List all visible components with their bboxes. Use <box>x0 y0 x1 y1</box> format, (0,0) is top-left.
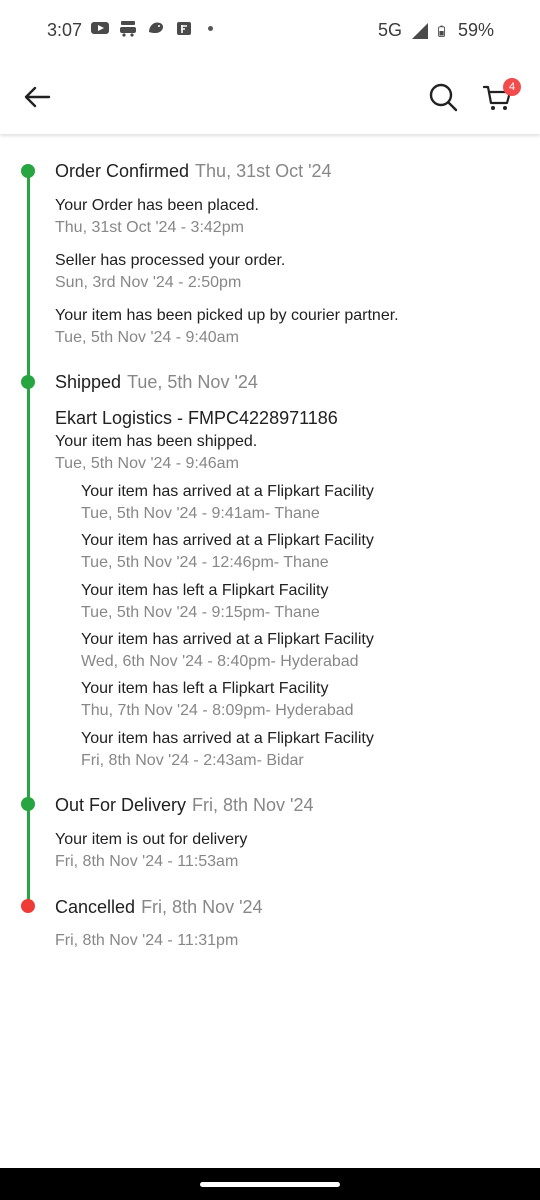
youtube-icon <box>91 22 109 34</box>
stage-title: Order Confirmed <box>55 161 190 181</box>
sub-event-time: Tue, 5th Nov '24 - 12:46pm- Thane <box>81 554 329 571</box>
sub-event-time: Wed, 6th Nov '24 - 8:40pm- Hyderabad <box>81 653 359 670</box>
home-gesture-handle[interactable] <box>200 1182 340 1187</box>
stage-dot-out-for-delivery <box>21 797 35 811</box>
sub-event-text: Your item has left a Flipkart Facility <box>81 582 329 599</box>
notification-icons <box>90 18 213 38</box>
sub-event-time: Fri, 8th Nov '24 - 2:43am- Bidar <box>81 752 304 769</box>
sub-event-time: Tue, 5th Nov '24 - 9:41am- Thane <box>81 505 320 522</box>
courier-tracking-id: Ekart Logistics - FMPC4228971186 <box>55 408 338 428</box>
status-bar: 3:07 5G 59% <box>0 0 540 62</box>
event-text: Seller has processed your order. <box>55 252 286 269</box>
timeline-connector <box>26 171 30 381</box>
sub-event-text: Your item has arrived at a Flipkart Faci… <box>81 483 374 500</box>
system-navigation-bar <box>0 1168 540 1200</box>
stage-dot-order-confirmed <box>21 164 35 178</box>
stage-date: Fri, 8th Nov '24 <box>192 795 314 815</box>
stage-title-cancelled: Cancelled Fri, 8th Nov '24 <box>55 897 263 918</box>
event-time: Tue, 5th Nov '24 - 9:40am <box>55 329 239 346</box>
stage-title-order-confirmed: Order Confirmed Thu, 31st Oct '24 <box>55 161 332 182</box>
stage-date: Tue, 5th Nov '24 <box>127 372 258 392</box>
battery-percent: 59% <box>457 20 494 40</box>
stage-title: Shipped <box>55 372 122 392</box>
event-text: Your item is out for delivery <box>55 831 248 848</box>
signal-icon <box>411 22 428 39</box>
sub-event-time: Thu, 7th Nov '24 - 8:09pm- Hyderabad <box>81 702 354 719</box>
stage-dot-shipped <box>21 375 35 389</box>
event-time: Sun, 3rd Nov '24 - 2:50pm <box>55 274 242 291</box>
stage-date: Thu, 31st Oct '24 <box>195 161 332 181</box>
event-time: Fri, 8th Nov '24 - 11:53am <box>55 853 239 870</box>
stage-title-out-for-delivery: Out For Delivery Fri, 8th Nov '24 <box>55 795 314 816</box>
stage-title: Out For Delivery <box>55 795 187 815</box>
timeline-connector <box>26 381 30 804</box>
bird-app-icon <box>149 22 164 34</box>
network-type: 5G <box>377 20 402 40</box>
car-app-icon <box>120 21 136 37</box>
search-icon[interactable] <box>428 82 458 112</box>
order-tracking-timeline: Order Confirmed Thu, 31st Oct '24 Your Or… <box>0 134 540 1034</box>
flipkart-app-icon <box>177 22 191 35</box>
cart-count-badge: 4 <box>503 78 521 96</box>
timeline-connector <box>26 804 30 906</box>
event-text: Your item has been picked up by courier … <box>55 307 399 324</box>
sub-event-text: Your item has arrived at a Flipkart Faci… <box>81 730 374 747</box>
sub-event-text: Your item has arrived at a Flipkart Faci… <box>81 631 374 648</box>
sub-event-text: Your item has left a Flipkart Facility <box>81 680 329 697</box>
back-arrow-icon[interactable] <box>22 82 52 112</box>
stage-title: Cancelled <box>55 897 136 917</box>
event-time: Thu, 31st Oct '24 - 3:42pm <box>55 219 244 236</box>
event-time: Fri, 8th Nov '24 - 11:31pm <box>55 932 239 949</box>
app-bar <box>0 62 540 134</box>
sub-event-time: Tue, 5th Nov '24 - 9:15pm- Thane <box>81 604 320 621</box>
more-notifications-dot <box>208 25 213 31</box>
sub-event-text: Your item has arrived at a Flipkart Faci… <box>81 532 374 549</box>
event-text: Your Order has been placed. <box>55 197 259 214</box>
stage-title-shipped: Shipped Tue, 5th Nov '24 <box>55 372 258 393</box>
status-right: 5G 59% <box>378 20 494 41</box>
battery-icon <box>438 25 446 37</box>
stage-dot-cancelled <box>21 899 35 913</box>
event-time: Tue, 5th Nov '24 - 9:46am <box>55 455 239 472</box>
event-text: Your item has been shipped. <box>55 433 258 450</box>
stage-date: Fri, 8th Nov '24 <box>141 897 263 917</box>
status-time: 3:07 <box>47 20 83 40</box>
